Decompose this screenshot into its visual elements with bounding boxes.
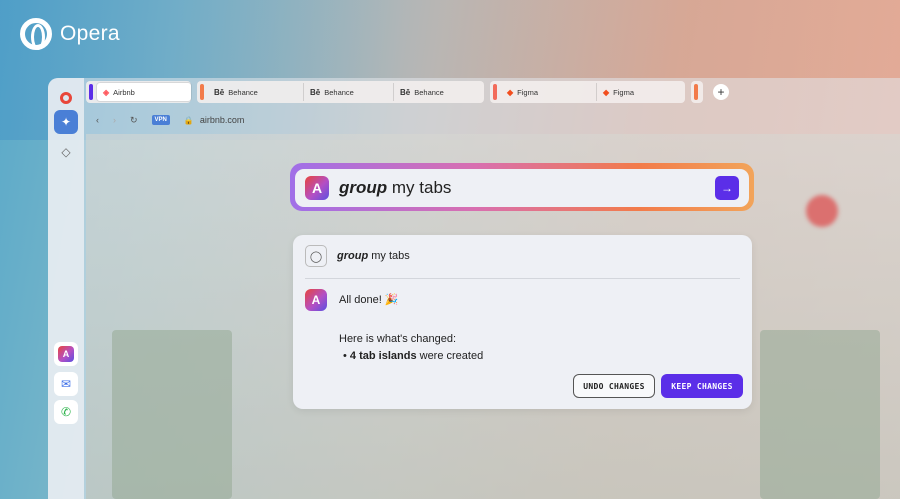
aria-logo-icon: A xyxy=(305,176,329,200)
messenger-icon[interactable]: ✉ xyxy=(54,372,78,396)
blurred-listing-image xyxy=(760,330,880,499)
opera-menu-icon[interactable] xyxy=(54,86,78,110)
tab-behance[interactable]: Bē Behance xyxy=(208,83,304,101)
user-avatar-icon: ◯ xyxy=(305,245,327,267)
user-message: ◯ group my tabs xyxy=(305,245,410,267)
aria-app-icon[interactable]: A xyxy=(54,342,78,366)
diamond-icon[interactable]: ◇ xyxy=(54,140,78,164)
new-tab-button[interactable]: + xyxy=(713,84,729,100)
whatsapp-icon[interactable]: ✆ xyxy=(54,400,78,424)
vpn-badge[interactable]: VPN xyxy=(151,115,170,125)
tab-label: Figma xyxy=(613,87,634,97)
tab-strip: ◈ Airbnb Bē Behance Bē Behance Bē Behanc… xyxy=(86,80,729,104)
tab-label: Behance xyxy=(324,87,354,97)
url-field[interactable]: 🔒 airbnb.com xyxy=(184,115,245,125)
reply-changes-title: Here is what's changed: xyxy=(339,333,457,345)
user-message-text: group my tabs xyxy=(337,250,410,262)
reply-done-text: All done! 🎉 xyxy=(339,294,399,306)
tab-island-marker xyxy=(694,84,698,100)
tab-label: Airbnb xyxy=(113,87,135,97)
url-text: airbnb.com xyxy=(199,115,245,125)
tab-figma[interactable]: ◆ Figma xyxy=(501,83,597,101)
undo-changes-button[interactable]: UNDO CHANGES xyxy=(573,374,655,398)
tab-island-figma: ◆ Figma ◆ Figma xyxy=(490,81,685,103)
tab-airbnb[interactable]: ◈ Airbnb xyxy=(97,83,191,101)
tab-label: Figma xyxy=(517,87,538,97)
behance-icon: Bē xyxy=(400,87,411,97)
lock-icon: 🔒 xyxy=(183,115,194,125)
reply-change-item: • 4 tab islands were created xyxy=(343,350,484,362)
opera-logo-icon xyxy=(20,18,52,50)
keep-changes-button[interactable]: KEEP CHANGES xyxy=(661,374,743,398)
tab-label: Behance xyxy=(414,87,444,97)
tab-island-more xyxy=(691,81,703,103)
aria-reply-avatar: A xyxy=(305,289,327,311)
behance-icon: Bē xyxy=(310,87,321,97)
tab-label: Behance xyxy=(228,87,258,97)
airbnb-icon: ◈ xyxy=(103,87,110,97)
prompt-text: group my tabs xyxy=(339,178,452,197)
aria-prompt-input[interactable]: A group my tabs → xyxy=(295,169,749,207)
tab-behance[interactable]: Bē Behance xyxy=(304,83,394,101)
tab-behance[interactable]: Bē Behance xyxy=(394,83,484,101)
figma-icon: ◆ xyxy=(507,87,514,97)
send-button[interactable]: → xyxy=(715,176,739,200)
forward-icon[interactable]: › xyxy=(113,115,116,125)
opera-brand: Opera xyxy=(20,18,120,50)
aria-sidebar-icon[interactable]: ✦ xyxy=(54,110,78,134)
browser-sidebar: ✦ ◇ A ✉ ✆ xyxy=(48,78,84,499)
tab-island-marker xyxy=(89,84,93,100)
aria-response-panel: ◯ group my tabs A All done! 🎉 Here is wh… xyxy=(293,235,752,409)
tab-island-marker xyxy=(200,84,204,100)
blurred-listing-image xyxy=(112,330,232,499)
tab-island-marker xyxy=(493,84,497,100)
divider xyxy=(305,278,740,279)
tab-island-airbnb: ◈ Airbnb xyxy=(86,81,191,103)
blurred-page-element xyxy=(806,195,838,227)
behance-icon: Bē xyxy=(214,87,225,97)
reload-icon[interactable]: ↻ xyxy=(130,115,138,126)
figma-icon: ◆ xyxy=(603,87,610,97)
back-icon[interactable]: ‹ xyxy=(96,115,99,125)
brand-name: Opera xyxy=(60,22,120,45)
tab-figma[interactable]: ◆ Figma xyxy=(597,83,685,101)
address-bar: ‹ › ↻ VPN 🔒 airbnb.com xyxy=(86,108,900,132)
aria-logo-icon: A xyxy=(305,289,327,311)
tab-island-behance: Bē Behance Bē Behance Bē Behance xyxy=(197,81,484,103)
